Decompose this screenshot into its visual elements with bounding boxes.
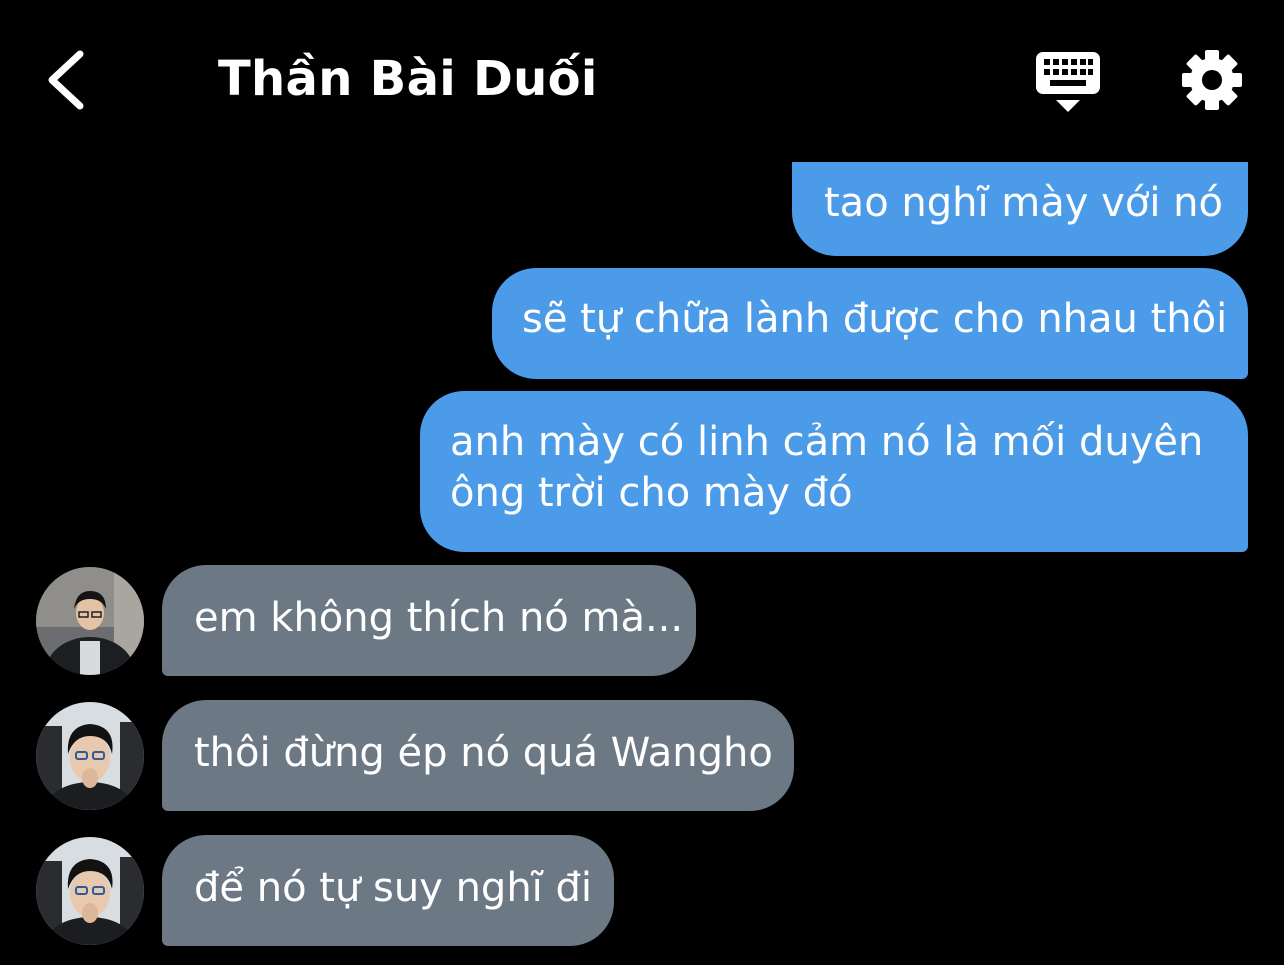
message-text: sẽ tự chữa lành được cho nhau thôi xyxy=(522,296,1228,342)
back-button[interactable] xyxy=(34,40,104,120)
message-outgoing[interactable]: anh mày có linh cảm nó là mối duyên ông … xyxy=(420,391,1248,552)
message-incoming[interactable]: thôi đừng ép nó quá Wangho xyxy=(162,700,794,811)
avatar[interactable] xyxy=(36,567,144,675)
message-incoming[interactable]: để nó tự suy nghĩ đi xyxy=(162,835,614,946)
chevron-left-icon xyxy=(48,50,84,110)
chat-header: Thần Bài Duối xyxy=(0,0,1284,160)
chat-title: Thần Bài Duối xyxy=(218,51,598,107)
avatar[interactable] xyxy=(36,702,144,810)
message-text: em không thích nó mà... xyxy=(194,595,684,641)
keyboard-icon xyxy=(1036,52,1100,112)
message-outgoing[interactable]: sẽ tự chữa lành được cho nhau thôi xyxy=(492,268,1248,379)
settings-button[interactable] xyxy=(1176,44,1248,116)
message-incoming[interactable]: em không thích nó mà... xyxy=(162,565,696,676)
message-outgoing[interactable]: tao nghĩ mày với nó xyxy=(792,162,1248,256)
keyboard-button[interactable] xyxy=(1030,46,1106,118)
avatar[interactable] xyxy=(36,837,144,945)
gear-icon xyxy=(1182,50,1242,110)
message-thread[interactable]: tao nghĩ mày với nó sẽ tự chữa lành được… xyxy=(0,160,1284,965)
message-text: anh mày có linh cảm nó là mối duyên ông … xyxy=(450,419,1204,516)
message-text: để nó tự suy nghĩ đi xyxy=(194,865,593,911)
message-text: tao nghĩ mày với nó xyxy=(824,180,1223,226)
message-text: thôi đừng ép nó quá Wangho xyxy=(194,730,773,776)
